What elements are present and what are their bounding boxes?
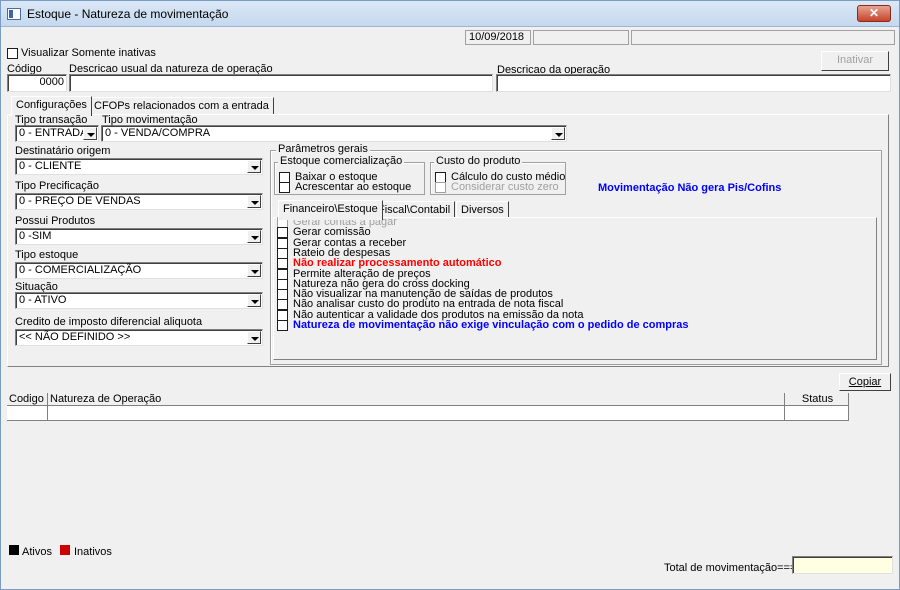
situacao-select[interactable]: 0 - ATIVO [15,292,263,309]
parametros-gerais-title: Parâmetros gerais [276,143,370,155]
tipo-precificacao-value: 0 - PREÇO DE VENDAS [19,195,141,207]
table-row-natureza-cell[interactable] [48,406,785,421]
grid-header-status[interactable]: Status [785,393,849,406]
descricao-usual-field[interactable] [69,74,493,92]
tab-configuracoes[interactable]: Configurações [11,96,92,116]
app-icon [7,8,21,20]
copiar-label: Copiar [848,376,882,388]
status-field-2 [533,30,629,45]
status-field-3 [631,30,895,45]
chevron-down-icon[interactable] [247,264,261,277]
copiar-button[interactable]: Copiar [839,373,891,391]
close-icon: ✕ [868,6,880,20]
chevron-down-icon[interactable] [83,127,97,140]
tab-financeiro-estoque[interactable]: Financeiro\Estoque [278,200,383,220]
chevron-down-icon[interactable] [247,195,261,208]
table-row-codigo-cell[interactable] [7,406,48,421]
tipo-precificacao-label: Tipo Precificação [15,180,99,192]
acrescentar-estoque-checkbox[interactable] [279,182,290,193]
main-window: Estoque - Natureza de movimentação ✕ 10/… [0,0,900,590]
destinatario-label: Destinatário origem [15,145,111,157]
title-bar: Estoque - Natureza de movimentação ✕ [1,1,899,27]
tab-cfops[interactable]: CFOPs relacionados com a entrada [89,97,274,115]
chevron-down-icon[interactable] [247,294,261,307]
close-button[interactable]: ✕ [857,5,891,22]
destinatario-value: 0 - CLIENTE [19,160,82,172]
acrescentar-estoque-label: Acrescentar ao estoque [295,181,412,193]
window-title: Estoque - Natureza de movimentação [27,7,229,21]
tipo-estoque-label: Tipo estoque [15,249,79,261]
tipo-movimentacao-value: 0 - VENDA/COMPRA [105,127,211,139]
tipo-estoque-value: 0 - COMERCIALIZAÇÃO [19,264,142,276]
chevron-down-icon[interactable] [247,160,261,173]
tipo-precificacao-select[interactable]: 0 - PREÇO DE VENDAS [15,193,263,210]
visualizar-inativas-checkbox[interactable] [7,48,18,59]
destinatario-select[interactable]: 0 - CLIENTE [15,158,263,175]
chevron-down-icon[interactable] [247,331,261,344]
chevron-down-icon[interactable] [551,127,565,140]
codigo-field[interactable]: 0000 [7,74,67,92]
tipo-movimentacao-select[interactable]: 0 - VENDA/COMPRA [101,125,567,142]
estoque-comercializacao-title: Estoque comercialização [278,155,405,167]
visualizar-inativas-label: Visualizar Somente inativas [21,47,156,59]
financeiro-option-checkbox[interactable] [277,320,288,331]
tipo-movimentacao-label: Tipo movimentação [102,114,198,126]
pis-cofins-text: Movimentação Não gera Pis/Cofins [598,182,782,194]
total-movimentacao-label: Total de movimentação===> [664,562,803,574]
tipo-transacao-label: Tipo transação [15,114,88,126]
grid-header-natureza[interactable]: Natureza de Operação [48,393,785,406]
situacao-value: 0 - ATIVO [19,294,67,306]
tipo-transacao-value: 0 - ENTRADA [19,127,88,139]
ativos-label: Ativos [22,546,52,558]
credito-label: Credito de imposto diferencial aliquota [15,316,203,328]
possui-produtos-label: Possui Produtos [15,215,96,227]
chevron-down-icon[interactable] [247,230,261,243]
ativos-swatch [9,545,19,555]
descricao-operacao-field[interactable] [496,74,891,92]
considerar-custo-label: Considerar custo zero [451,181,559,193]
status-date: 10/09/2018 [465,30,531,45]
table-row-status-cell[interactable] [785,406,849,421]
inativos-swatch [60,545,70,555]
possui-produtos-select[interactable]: 0 -SIM [15,228,263,245]
grid-header-codigo[interactable]: Codigo [7,393,48,406]
inativos-label: Inativos [74,546,112,558]
inativar-button[interactable]: Inativar [821,51,889,71]
credito-select[interactable]: << NÃO DEFINIDO >> [15,329,263,346]
tipo-transacao-select[interactable]: 0 - ENTRADA [15,125,99,142]
tipo-estoque-select[interactable]: 0 - COMERCIALIZAÇÃO [15,262,263,279]
custo-produto-title: Custo do produto [434,155,523,167]
considerar-custo-checkbox[interactable] [435,182,446,193]
credito-value: << NÃO DEFINIDO >> [19,331,131,343]
possui-produtos-value: 0 -SIM [19,230,52,242]
financeiro-option-label: Natureza de movimentação não exige vincu… [293,319,689,331]
total-movimentacao-field[interactable] [792,556,893,574]
